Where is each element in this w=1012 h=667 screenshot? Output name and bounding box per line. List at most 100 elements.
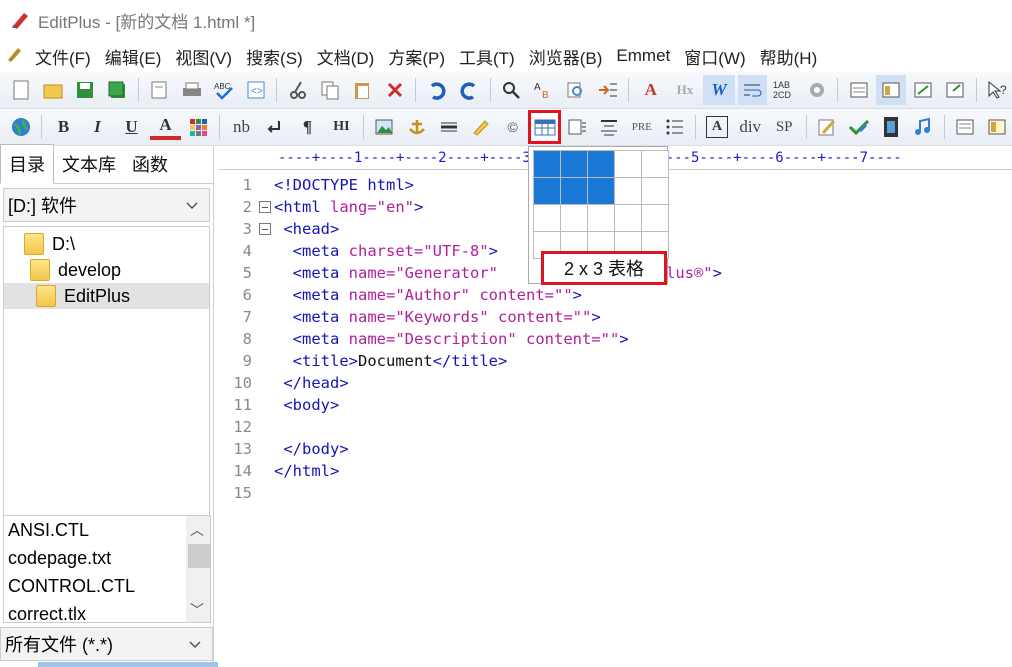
grid-cell[interactable] bbox=[561, 205, 587, 231]
panel-toggle-icon[interactable] bbox=[876, 75, 906, 105]
menu-emmet[interactable]: Emmet bbox=[609, 46, 677, 66]
redo-icon[interactable] bbox=[454, 75, 483, 105]
tab-directory[interactable]: 目录 bbox=[0, 144, 54, 184]
save-icon[interactable] bbox=[70, 75, 99, 105]
grid-cell[interactable] bbox=[615, 151, 641, 177]
goto-line-icon[interactable] bbox=[593, 75, 622, 105]
find-in-files-icon[interactable] bbox=[561, 75, 590, 105]
new-file-icon[interactable] bbox=[6, 75, 35, 105]
browser-globe-icon[interactable] bbox=[6, 112, 35, 142]
paragraph-icon[interactable]: ¶ bbox=[292, 112, 323, 142]
video-icon[interactable] bbox=[877, 112, 906, 142]
insert-table-icon[interactable] bbox=[528, 110, 562, 144]
replace-icon[interactable]: AB bbox=[529, 75, 558, 105]
help-pointer-icon[interactable]: ? bbox=[983, 75, 1012, 105]
heading-icon[interactable]: Hx bbox=[669, 75, 700, 105]
preformatted-icon[interactable]: PRE bbox=[626, 112, 657, 142]
grid-cell[interactable] bbox=[642, 205, 668, 231]
scrollbar-thumb[interactable] bbox=[188, 544, 210, 568]
list-item[interactable]: correct.tlx bbox=[4, 600, 210, 628]
copy-icon[interactable] bbox=[316, 75, 345, 105]
align-right-icon[interactable] bbox=[562, 112, 591, 142]
menu-document[interactable]: 文档(D) bbox=[310, 44, 382, 69]
grid-cell[interactable] bbox=[642, 151, 668, 177]
scroll-up-icon[interactable]: ︿ bbox=[190, 520, 204, 540]
layout-icon[interactable] bbox=[983, 112, 1012, 142]
css-edit-icon[interactable] bbox=[813, 112, 842, 142]
list-item[interactable]: CONTROL.CTL bbox=[4, 572, 210, 600]
open-folder-icon[interactable] bbox=[38, 75, 67, 105]
grid-cell[interactable] bbox=[561, 151, 587, 177]
fold-toggle-icon[interactable] bbox=[256, 223, 274, 235]
list-item[interactable]: codepage.txt bbox=[4, 544, 210, 572]
menu-tools[interactable]: 工具(T) bbox=[452, 44, 522, 69]
menu-edit[interactable]: 编辑(E) bbox=[98, 44, 169, 69]
tree-node-develop[interactable]: develop bbox=[4, 257, 209, 283]
spell-check-icon[interactable]: ABC bbox=[209, 75, 238, 105]
grid-cell[interactable] bbox=[588, 205, 614, 231]
delete-icon[interactable] bbox=[380, 75, 409, 105]
save-all-icon[interactable] bbox=[103, 75, 132, 105]
grid-cell[interactable] bbox=[642, 178, 668, 204]
grid-cell[interactable] bbox=[561, 178, 587, 204]
grid-cell[interactable] bbox=[534, 151, 560, 177]
file-filter-select[interactable]: 所有文件 (*.*) bbox=[0, 627, 213, 661]
grid-cell[interactable] bbox=[615, 205, 641, 231]
line-wrap-icon[interactable] bbox=[737, 75, 767, 105]
cut-icon[interactable] bbox=[283, 75, 312, 105]
image-icon[interactable] bbox=[370, 112, 399, 142]
copyright-icon[interactable]: © bbox=[498, 112, 527, 142]
grid-cell[interactable] bbox=[615, 178, 641, 204]
heading-tag-icon[interactable]: HI bbox=[326, 112, 357, 142]
validate-icon[interactable] bbox=[845, 112, 874, 142]
horizontal-rule-icon[interactable] bbox=[434, 112, 463, 142]
align-center-icon[interactable] bbox=[594, 112, 623, 142]
print-icon[interactable] bbox=[177, 75, 206, 105]
window-list-icon[interactable] bbox=[844, 75, 873, 105]
underline-icon[interactable]: U bbox=[116, 112, 147, 142]
clip-text-icon[interactable] bbox=[909, 75, 938, 105]
span-tag-icon[interactable]: SP bbox=[769, 112, 800, 142]
line-number-icon[interactable]: 1AB 2CD bbox=[770, 75, 799, 105]
menu-file[interactable]: 文件(F) bbox=[28, 44, 98, 69]
italic-icon[interactable]: I bbox=[82, 112, 113, 142]
menu-search[interactable]: 搜索(S) bbox=[239, 44, 310, 69]
comment-icon[interactable] bbox=[466, 112, 495, 142]
word-wrap-icon[interactable]: W bbox=[703, 75, 735, 105]
bold-icon[interactable]: B bbox=[48, 112, 79, 142]
fold-toggle-icon[interactable] bbox=[256, 201, 274, 213]
file-list-scrollbar[interactable]: ︿ ﹀ bbox=[186, 516, 210, 622]
font-size-icon[interactable]: A bbox=[635, 75, 666, 105]
find-icon[interactable] bbox=[497, 75, 526, 105]
div-tag-icon[interactable]: div bbox=[735, 112, 766, 142]
grid-cell[interactable] bbox=[588, 151, 614, 177]
menu-view[interactable]: 视图(V) bbox=[168, 44, 239, 69]
nbsp-icon[interactable]: nb bbox=[226, 112, 257, 142]
undo-icon[interactable] bbox=[422, 75, 451, 105]
menu-browser[interactable]: 浏览器(B) bbox=[522, 44, 610, 69]
list-item[interactable]: ANSI.CTL bbox=[4, 516, 210, 544]
drive-select[interactable]: [D:] 软件 bbox=[3, 188, 210, 222]
tab-functions[interactable]: 函数 bbox=[124, 145, 176, 183]
tree-node-root[interactable]: D:\ bbox=[4, 231, 209, 257]
grid-cell[interactable] bbox=[534, 178, 560, 204]
grid-cell[interactable] bbox=[534, 205, 560, 231]
tab-cliptext[interactable]: 文本库 bbox=[54, 145, 124, 183]
paste-icon[interactable] bbox=[348, 75, 377, 105]
browser-preview-icon[interactable] bbox=[941, 75, 970, 105]
menu-help[interactable]: 帮助(H) bbox=[753, 44, 825, 69]
font-color-icon[interactable]: A bbox=[149, 114, 181, 140]
color-palette-icon[interactable] bbox=[184, 112, 213, 142]
anchor-icon[interactable] bbox=[402, 112, 431, 142]
scroll-down-icon[interactable]: ﹀ bbox=[190, 600, 204, 620]
tree-node-editplus[interactable]: EditPlus bbox=[4, 283, 209, 309]
menu-window[interactable]: 窗口(W) bbox=[677, 44, 752, 69]
frame-icon[interactable] bbox=[951, 112, 980, 142]
audio-icon[interactable] bbox=[909, 112, 938, 142]
form-icon[interactable]: A bbox=[706, 116, 728, 138]
line-break-icon[interactable] bbox=[260, 112, 289, 142]
grid-cell[interactable] bbox=[588, 178, 614, 204]
menu-project[interactable]: 方案(P) bbox=[381, 44, 452, 69]
print-preview-icon[interactable] bbox=[145, 75, 174, 105]
list-icon[interactable] bbox=[660, 112, 689, 142]
